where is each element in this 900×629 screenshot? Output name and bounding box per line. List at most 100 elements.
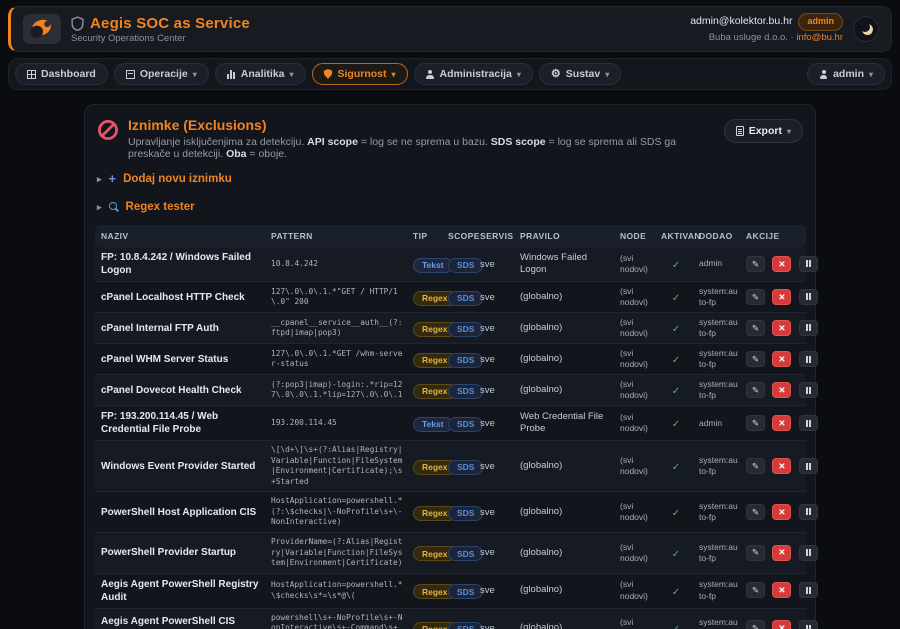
- delete-button[interactable]: ✕: [772, 382, 791, 398]
- edit-button[interactable]: ✎: [746, 382, 765, 398]
- theme-toggle-button[interactable]: [853, 16, 879, 42]
- org-text: Buba usluge d.o.o. ·: [709, 32, 797, 43]
- main-nav: Dashboard Operacije ▾ Analitika ▾ Sigurn…: [8, 58, 892, 90]
- pause-button[interactable]: [799, 382, 818, 398]
- column-header-aktivan: AKTIVAN: [657, 225, 695, 247]
- column-header-servis: SERVIS: [476, 225, 516, 247]
- cell-pattern: ProviderName=(?:Alias|Registry|Variable|…: [267, 532, 409, 573]
- delete-button[interactable]: ✕: [772, 415, 791, 431]
- edit-button[interactable]: ✎: [746, 320, 765, 336]
- nav-item-sigurnost[interactable]: Sigurnost ▾: [312, 63, 408, 85]
- cell-aktivan: ✓: [657, 492, 695, 533]
- column-header-akcije: AKCIJE: [742, 225, 806, 247]
- shield-icon: [324, 69, 333, 79]
- pause-button[interactable]: [799, 545, 818, 561]
- delete-button[interactable]: ✕: [772, 504, 791, 520]
- gear-icon: [551, 68, 561, 80]
- pause-button[interactable]: [799, 504, 818, 520]
- delete-button[interactable]: ✕: [772, 545, 791, 561]
- page-description: Upravljanje isključenjima za detekciju. …: [128, 136, 715, 160]
- delete-button[interactable]: ✕: [772, 320, 791, 336]
- edit-button[interactable]: ✎: [746, 351, 765, 367]
- edit-button[interactable]: ✎: [746, 415, 765, 431]
- cell-scope: SDS: [444, 492, 476, 533]
- edit-button[interactable]: ✎: [746, 504, 765, 520]
- delete-button[interactable]: ✕: [772, 582, 791, 598]
- edit-button[interactable]: ✎: [746, 458, 765, 474]
- edit-button[interactable]: ✎: [746, 545, 765, 561]
- pause-icon: [806, 587, 811, 594]
- nav-item-sustav[interactable]: Sustav ▾: [539, 63, 621, 85]
- pause-button[interactable]: [799, 415, 818, 431]
- export-button[interactable]: Export ▾: [724, 119, 803, 143]
- cell-akcije: ✎ ✕: [742, 313, 806, 344]
- cell-scope: SDS: [444, 532, 476, 573]
- cell-node: (svi nodovi): [616, 406, 657, 441]
- regex-tester-toggle[interactable]: ▸ Regex tester: [97, 201, 803, 213]
- edit-button[interactable]: ✎: [746, 289, 765, 305]
- cell-servis: sve: [476, 247, 516, 282]
- cell-scope: SDS: [444, 406, 476, 441]
- pause-button[interactable]: [799, 620, 818, 629]
- cell-servis: sve: [476, 375, 516, 406]
- pencil-icon: ✎: [752, 324, 759, 333]
- chevron-right-icon: ▸: [97, 174, 102, 185]
- pencil-icon: ✎: [752, 419, 759, 428]
- pause-button[interactable]: [799, 351, 818, 367]
- cell-naziv: FP: 193.200.114.45 / Web Credential File…: [95, 406, 267, 441]
- nav-item-operacije[interactable]: Operacije ▾: [114, 63, 209, 85]
- chevron-down-icon: ▾: [605, 70, 609, 79]
- x-icon: ✕: [778, 548, 785, 557]
- grid-icon: [27, 70, 36, 79]
- cell-scope: SDS: [444, 441, 476, 492]
- pause-button[interactable]: [799, 582, 818, 598]
- cell-naziv: FP: 10.8.4.242 / Windows Failed Logon: [95, 247, 267, 282]
- column-header-tip: TIP: [409, 225, 444, 247]
- x-icon: ✕: [778, 508, 785, 517]
- cell-pravilo: Windows Failed Logon: [516, 247, 616, 282]
- cell-aktivan: ✓: [657, 313, 695, 344]
- delete-button[interactable]: ✕: [772, 620, 791, 629]
- pause-icon: [806, 420, 811, 427]
- edit-button[interactable]: ✎: [746, 620, 765, 629]
- pause-button[interactable]: [799, 458, 818, 474]
- add-exclusion-toggle[interactable]: ▸ + Dodaj novu iznimku: [97, 173, 803, 185]
- cell-scope: SDS: [444, 573, 476, 608]
- main-content: Iznimke (Exclusions) Upravljanje isključ…: [0, 96, 900, 629]
- cell-naziv: cPanel Internal FTP Auth: [95, 313, 267, 344]
- table-row: cPanel Localhost HTTP Check 127\.0\.0\.1…: [95, 282, 806, 313]
- nav-item-administracija[interactable]: Administracija ▾: [414, 63, 533, 85]
- cell-dodao: system:auto-fp: [695, 532, 742, 573]
- no-entry-icon: [97, 119, 119, 141]
- cell-pattern: __cpanel__service__auth__(?:ftpd|imap|po…: [267, 313, 409, 344]
- cell-pravilo: (globalno): [516, 282, 616, 313]
- edit-button[interactable]: ✎: [746, 582, 765, 598]
- x-icon: ✕: [778, 355, 785, 364]
- pause-button[interactable]: [799, 320, 818, 336]
- user-menu[interactable]: admin ▾: [807, 63, 885, 85]
- delete-button[interactable]: ✕: [772, 256, 791, 272]
- pause-icon: [806, 356, 811, 363]
- nav-item-analitika[interactable]: Analitika ▾: [215, 63, 306, 85]
- delete-button[interactable]: ✕: [772, 351, 791, 367]
- org-email-link[interactable]: info@bu.hr: [796, 32, 843, 43]
- nav-item-dashboard[interactable]: Dashboard: [15, 63, 108, 85]
- cell-naziv: cPanel Dovecot Health Check: [95, 375, 267, 406]
- delete-button[interactable]: ✕: [772, 458, 791, 474]
- cell-pravilo: (globalno): [516, 375, 616, 406]
- cell-naziv: cPanel WHM Server Status: [95, 344, 267, 375]
- cell-node: (svi nodovi): [616, 344, 657, 375]
- x-icon: ✕: [778, 419, 785, 428]
- cell-naziv: Aegis Agent PowerShell Registry Audit: [95, 573, 267, 608]
- delete-button[interactable]: ✕: [772, 289, 791, 305]
- cell-akcije: ✎ ✕: [742, 406, 806, 441]
- edit-button[interactable]: ✎: [746, 256, 765, 272]
- pause-button[interactable]: [799, 256, 818, 272]
- cell-akcije: ✎ ✕: [742, 573, 806, 608]
- chevron-down-icon: ▾: [290, 70, 294, 79]
- table-row: FP: 10.8.4.242 / Windows Failed Logon 10…: [95, 247, 806, 282]
- cell-dodao: system:auto-fp: [695, 492, 742, 533]
- pause-button[interactable]: [799, 289, 818, 305]
- cell-pattern: HostApplication=powershell.*(?:\$checks|…: [267, 492, 409, 533]
- scope-badge: SDS: [448, 258, 483, 273]
